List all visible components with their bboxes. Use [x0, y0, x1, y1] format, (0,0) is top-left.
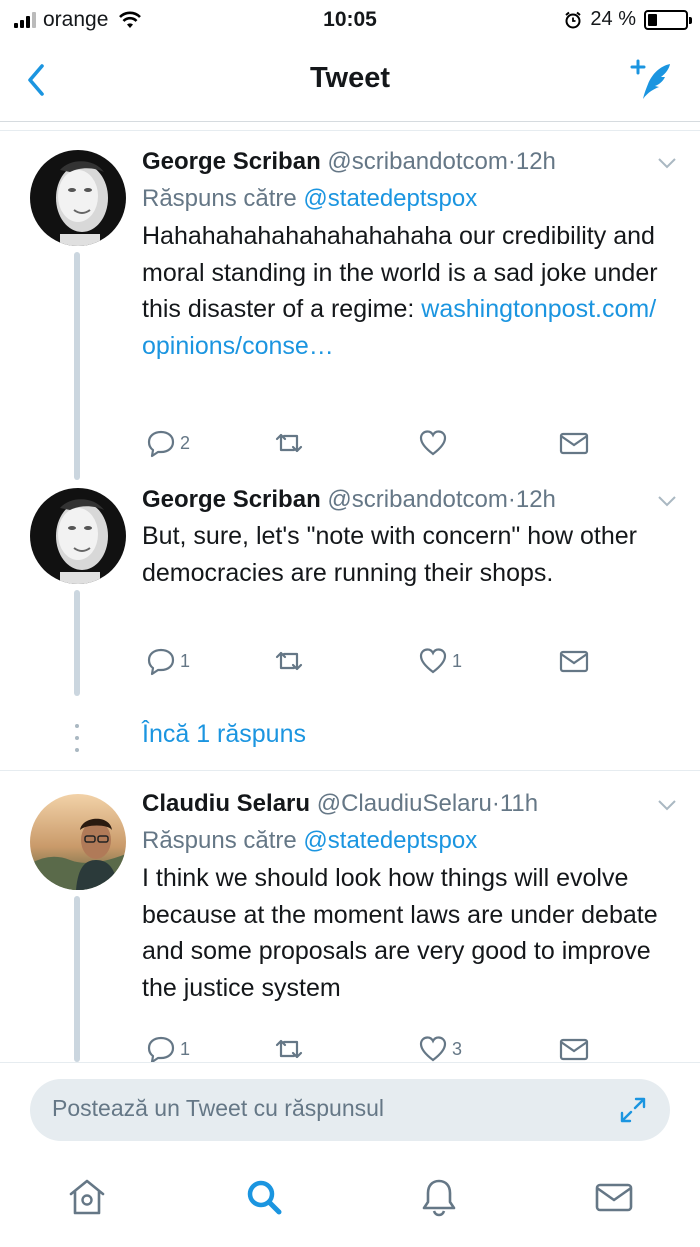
more-dots-icon	[74, 724, 80, 752]
alarm-icon	[565, 11, 582, 28]
tweet-header: George Scriban @scribandotcom·12h	[142, 146, 678, 178]
reply-icon	[147, 430, 175, 458]
avatar[interactable]	[30, 488, 126, 584]
retweet-icon	[275, 651, 303, 671]
like-button[interactable]: 3	[418, 1034, 462, 1064]
reply-button[interactable]: 1	[146, 1034, 190, 1064]
notifications-icon[interactable]	[418, 1176, 460, 1218]
reply-mention-link[interactable]: @statedeptspox	[303, 827, 477, 854]
tweet-time: 12h	[515, 148, 556, 175]
tweet-time: 12h	[515, 486, 556, 513]
author-handle[interactable]: @ClaudiuSelaru	[317, 790, 492, 817]
battery-level-fill	[648, 13, 657, 26]
author-name[interactable]: George Scriban	[142, 148, 321, 175]
tweet-item[interactable]: Claudiu Selaru @ClaudiuSelaru·11h Răspun…	[0, 788, 700, 1064]
avatar-photo	[30, 794, 126, 890]
battery-percent: 24 %	[590, 8, 636, 30]
tweet-time: 11h	[499, 790, 539, 817]
divider	[0, 770, 700, 771]
retweet-button[interactable]	[272, 646, 310, 676]
tweet-actions: 2	[142, 428, 612, 460]
tweet-body: I think we should look how things will e…	[142, 864, 658, 1002]
chevron-down-icon[interactable]	[656, 798, 678, 812]
reply-context: Răspuns către @statedeptspox	[142, 824, 678, 858]
tweet-actions: 1 1	[142, 646, 612, 678]
like-button[interactable]	[418, 428, 452, 458]
reply-placeholder: Postează un Tweet cu răspunsul	[52, 1095, 385, 1121]
share-button[interactable]	[558, 1034, 590, 1064]
thread-line	[74, 590, 80, 696]
nav-divider	[0, 130, 700, 131]
share-button[interactable]	[558, 428, 590, 458]
heart-icon	[419, 648, 447, 674]
home-icon[interactable]	[66, 1176, 108, 1218]
more-replies-row[interactable]: Încă 1 răspuns	[0, 712, 700, 768]
expand-icon[interactable]	[616, 1093, 650, 1127]
search-icon[interactable]	[243, 1176, 285, 1218]
author-handle[interactable]: @scribandotcom	[327, 148, 507, 175]
tweet-body: But, sure, let's "note with concern" how…	[142, 522, 637, 587]
share-button[interactable]	[558, 646, 590, 676]
tweet-text: But, sure, let's "note with concern" how…	[142, 518, 678, 591]
reply-context: Răspuns către @statedeptspox	[142, 182, 678, 216]
nav-bar: Tweet	[0, 42, 700, 122]
like-count: 1	[452, 650, 463, 671]
like-button[interactable]: 1	[418, 646, 462, 676]
compose-tweet-icon[interactable]	[626, 56, 678, 102]
envelope-icon	[559, 1038, 589, 1061]
reply-count: 1	[180, 650, 191, 671]
reply-count: 2	[180, 432, 191, 453]
tweet-header: Claudiu Selaru @ClaudiuSelaru·11h	[142, 788, 678, 820]
heart-icon	[419, 430, 447, 456]
tweet-content: George Scriban @scribandotcom·12h Răspun…	[142, 146, 678, 364]
reply-icon	[147, 1036, 175, 1064]
tweet-text: I think we should look how things will e…	[142, 860, 678, 1006]
reply-icon	[147, 648, 175, 676]
page-title: Tweet	[309, 62, 391, 94]
tweet-item[interactable]: George Scriban @scribandotcom·12h But, s…	[0, 484, 700, 704]
retweet-icon	[275, 1039, 303, 1059]
retweet-button[interactable]	[272, 1034, 310, 1064]
like-count: 3	[452, 1038, 463, 1059]
status-bar: orange 10:05 24 %	[0, 0, 700, 42]
chevron-down-icon[interactable]	[656, 494, 678, 508]
envelope-icon	[559, 650, 589, 673]
author-name[interactable]: George Scriban	[142, 486, 321, 513]
avatar[interactable]	[30, 794, 126, 890]
reply-button[interactable]: 2	[146, 428, 190, 458]
tweet-content: Claudiu Selaru @ClaudiuSelaru·11h Răspun…	[142, 788, 678, 1006]
tweet-header: George Scriban @scribandotcom·12h	[142, 484, 678, 516]
status-right: 24 %	[564, 8, 692, 31]
tab-bar	[0, 1150, 700, 1247]
retweet-button[interactable]	[272, 428, 310, 458]
separator-dot: ·	[507, 148, 516, 175]
separator-dot: ·	[507, 486, 516, 513]
tweet-item[interactable]: George Scriban @scribandotcom·12h Răspun…	[0, 146, 700, 480]
tweet-text: Hahahahahahahahahahaha our credibility a…	[142, 218, 678, 364]
avatar-photo	[30, 150, 126, 246]
reply-prefix: Răspuns către	[142, 827, 297, 854]
reply-mention-link[interactable]: @statedeptspox	[303, 185, 477, 212]
retweet-icon	[275, 433, 303, 453]
thread-line	[74, 252, 80, 480]
author-name[interactable]: Claudiu Selaru	[142, 790, 310, 817]
battery-icon	[644, 9, 692, 30]
thread-line	[74, 896, 80, 1062]
chevron-down-icon[interactable]	[656, 156, 678, 170]
reply-composer-bar: Postează un Tweet cu răspunsul	[0, 1062, 700, 1148]
avatar[interactable]	[30, 150, 126, 246]
tweet-content: George Scriban @scribandotcom·12h But, s…	[142, 484, 678, 591]
reply-count: 1	[180, 1038, 191, 1059]
reply-prefix: Răspuns către	[142, 185, 297, 212]
envelope-icon	[559, 432, 589, 455]
reply-button[interactable]: 1	[146, 646, 190, 676]
author-handle[interactable]: @scribandotcom	[327, 486, 507, 513]
separator-dot: ·	[491, 790, 500, 817]
avatar-photo	[30, 488, 126, 584]
more-replies-link[interactable]: Încă 1 răspuns	[142, 720, 306, 749]
reply-input[interactable]: Postează un Tweet cu răspunsul	[30, 1079, 670, 1141]
messages-icon[interactable]	[593, 1176, 635, 1218]
heart-icon	[419, 1036, 447, 1062]
